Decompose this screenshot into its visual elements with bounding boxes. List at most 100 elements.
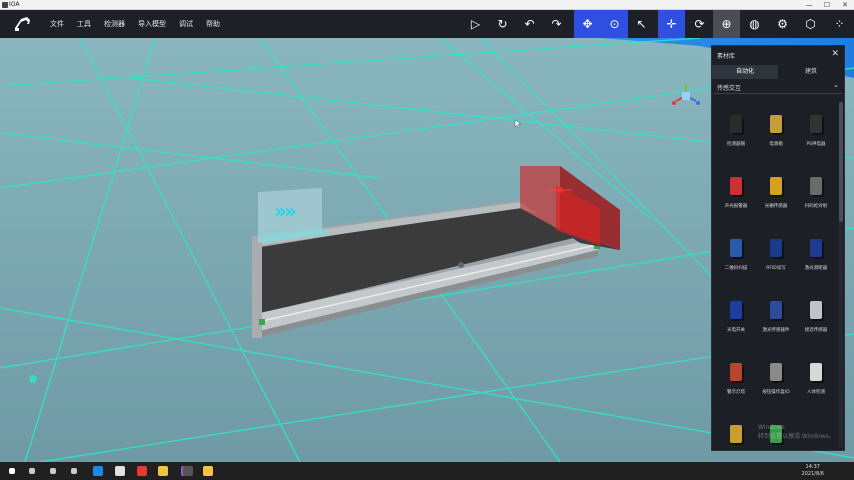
- chevron-down-icon: ⌄: [833, 81, 839, 89]
- windows-start-icon[interactable]: [2, 462, 22, 480]
- scroll-thumb[interactable]: [839, 102, 843, 222]
- asset-item[interactable]: 警示灯塔: [716, 354, 756, 412]
- grid-button[interactable]: ⁘: [826, 10, 853, 38]
- camera-icon: ⊙: [609, 17, 620, 31]
- settings-button[interactable]: ⚙: [769, 10, 796, 38]
- asset-item[interactable]: 光电开关: [716, 292, 756, 350]
- asset-item[interactable]: 声光报警器: [716, 168, 756, 226]
- qr-scanner-icon: [725, 236, 747, 260]
- menu-item-3[interactable]: 导入模型: [138, 19, 166, 29]
- select-button[interactable]: ✥: [574, 10, 601, 38]
- menu-item-4[interactable]: 调试: [179, 19, 193, 29]
- rotate-icon: ⟳: [694, 17, 705, 31]
- store-icon[interactable]: [110, 462, 130, 480]
- asset-item[interactable]: 人体检测: [796, 354, 836, 412]
- app-icon: [2, 2, 8, 8]
- move-button[interactable]: ✛: [658, 10, 685, 38]
- move-icon: ✛: [666, 17, 677, 31]
- system-clock[interactable]: 14:37 2021/8/6: [802, 464, 824, 478]
- asset-item[interactable]: 电源箱: [756, 106, 796, 164]
- select-icon: ✥: [582, 17, 593, 31]
- asset-item-label: 接近传感器: [804, 328, 828, 333]
- menu-item-5[interactable]: 帮助: [206, 19, 220, 29]
- asset-item[interactable]: 接近传感器: [796, 292, 836, 350]
- tab-building[interactable]: 建筑: [778, 65, 844, 79]
- menu-item-1[interactable]: 工具: [77, 19, 91, 29]
- clock-date: 2021/8/6: [801, 471, 824, 477]
- robot-arm-icon: [12, 14, 32, 34]
- undo-button[interactable]: ↶: [516, 10, 543, 38]
- camera-button[interactable]: ⊙: [601, 10, 628, 38]
- play-icon: ▷: [470, 17, 481, 31]
- power-supply-icon: [805, 112, 827, 136]
- grid-marker: [29, 375, 37, 383]
- panel-title: 素材库: [717, 53, 736, 60]
- window-title: IOA: [9, 1, 20, 8]
- scanner-icon: [805, 174, 827, 198]
- laser-sensor-icon: [765, 298, 787, 322]
- minimize-button[interactable]: —: [800, 0, 818, 10]
- clock-time: 14:37: [805, 464, 820, 470]
- menu-item-0[interactable]: 文件: [50, 19, 64, 29]
- category-label: 传感交互: [717, 85, 742, 92]
- search-icon[interactable]: [22, 462, 42, 480]
- asset-item-label: 人体检测: [807, 390, 825, 395]
- entry-source-panel: » »: [258, 188, 330, 243]
- refresh-button[interactable]: ↻: [489, 10, 516, 38]
- panel-close-button[interactable]: ✕: [831, 49, 839, 59]
- asset-item-label: 声光报警器: [724, 204, 748, 209]
- folder-icon[interactable]: [198, 462, 218, 480]
- asset-item-label: 扫码枪对射: [804, 204, 828, 209]
- panel-scrollbar[interactable]: [839, 102, 843, 448]
- asset-item[interactable]: RFID读写: [756, 230, 796, 288]
- asset-item-label: 按钮操作盒IO: [762, 390, 790, 395]
- signal-tower-icon: [725, 360, 747, 384]
- asset-item[interactable]: 激光测距器: [796, 230, 836, 288]
- redo-button[interactable]: ↷: [543, 10, 570, 38]
- pivot-button[interactable]: ⊕: [713, 10, 740, 38]
- chrome-icon[interactable]: [132, 462, 152, 480]
- cortana-icon[interactable]: [43, 462, 63, 480]
- pointer-button[interactable]: ↖: [628, 10, 655, 38]
- play-button[interactable]: ▷: [462, 10, 489, 38]
- refresh-icon: ↻: [497, 17, 508, 31]
- asset-item[interactable]: [716, 416, 756, 448]
- menu-item-2[interactable]: 检测器: [104, 19, 125, 29]
- asset-item-label: PS供电器: [806, 142, 826, 147]
- maximize-button[interactable]: ☐: [818, 0, 836, 10]
- task-view-icon[interactable]: [64, 462, 84, 480]
- os-title-bar: IOA — ☐ ✕: [0, 0, 854, 10]
- pivot-icon: ⊕: [721, 17, 732, 31]
- asset-item[interactable]: 光栅传感器: [756, 168, 796, 226]
- human-sensor-icon: [805, 360, 827, 384]
- grid-icon: ⁘: [834, 17, 845, 31]
- proximity-sensor-icon: [805, 298, 827, 322]
- photo-switch-icon: [725, 298, 747, 322]
- asset-grid: 检测器钢 电源箱 PS供电器 声光报警器 光栅传感器 扫码枪对射 二维码扫描 RFID读写 激光…: [712, 102, 840, 448]
- file-explorer-icon[interactable]: [153, 462, 173, 480]
- asset-item[interactable]: 按钮操作盒IO: [756, 354, 796, 412]
- os-taskbar: 14:37 2021/8/6: [0, 462, 854, 480]
- corner-marker: [259, 319, 265, 325]
- tab-automation[interactable]: 自动化: [712, 65, 778, 79]
- category-dropdown[interactable]: 传感交互 ⌄: [714, 80, 842, 94]
- globe-icon: ◍: [749, 17, 760, 31]
- asset-item-label: 二维码扫描: [724, 266, 748, 271]
- cube-button[interactable]: ⬡: [797, 10, 824, 38]
- asset-item[interactable]: 二维码扫描: [716, 230, 756, 288]
- asset-item-label: RFID读写: [766, 266, 786, 271]
- undo-icon: ↶: [524, 17, 535, 31]
- close-window-button[interactable]: ✕: [836, 0, 854, 10]
- panel-header: 素材库 ✕: [712, 46, 844, 65]
- asset-item[interactable]: 检测器钢: [716, 106, 756, 164]
- asset-item[interactable]: 激光传感器件: [756, 292, 796, 350]
- globe-button[interactable]: ◍: [741, 10, 768, 38]
- asset-item[interactable]: PS供电器: [796, 106, 836, 164]
- gear-box-icon: [765, 112, 787, 136]
- edge-icon[interactable]: [88, 462, 108, 480]
- app-icon[interactable]: [178, 462, 198, 480]
- asset-item[interactable]: 扫码枪对射: [796, 168, 836, 226]
- svg-text:»: »: [284, 199, 297, 223]
- rotate-button[interactable]: ⟳: [686, 10, 713, 38]
- asset-item-label: 光栅传感器: [764, 204, 788, 209]
